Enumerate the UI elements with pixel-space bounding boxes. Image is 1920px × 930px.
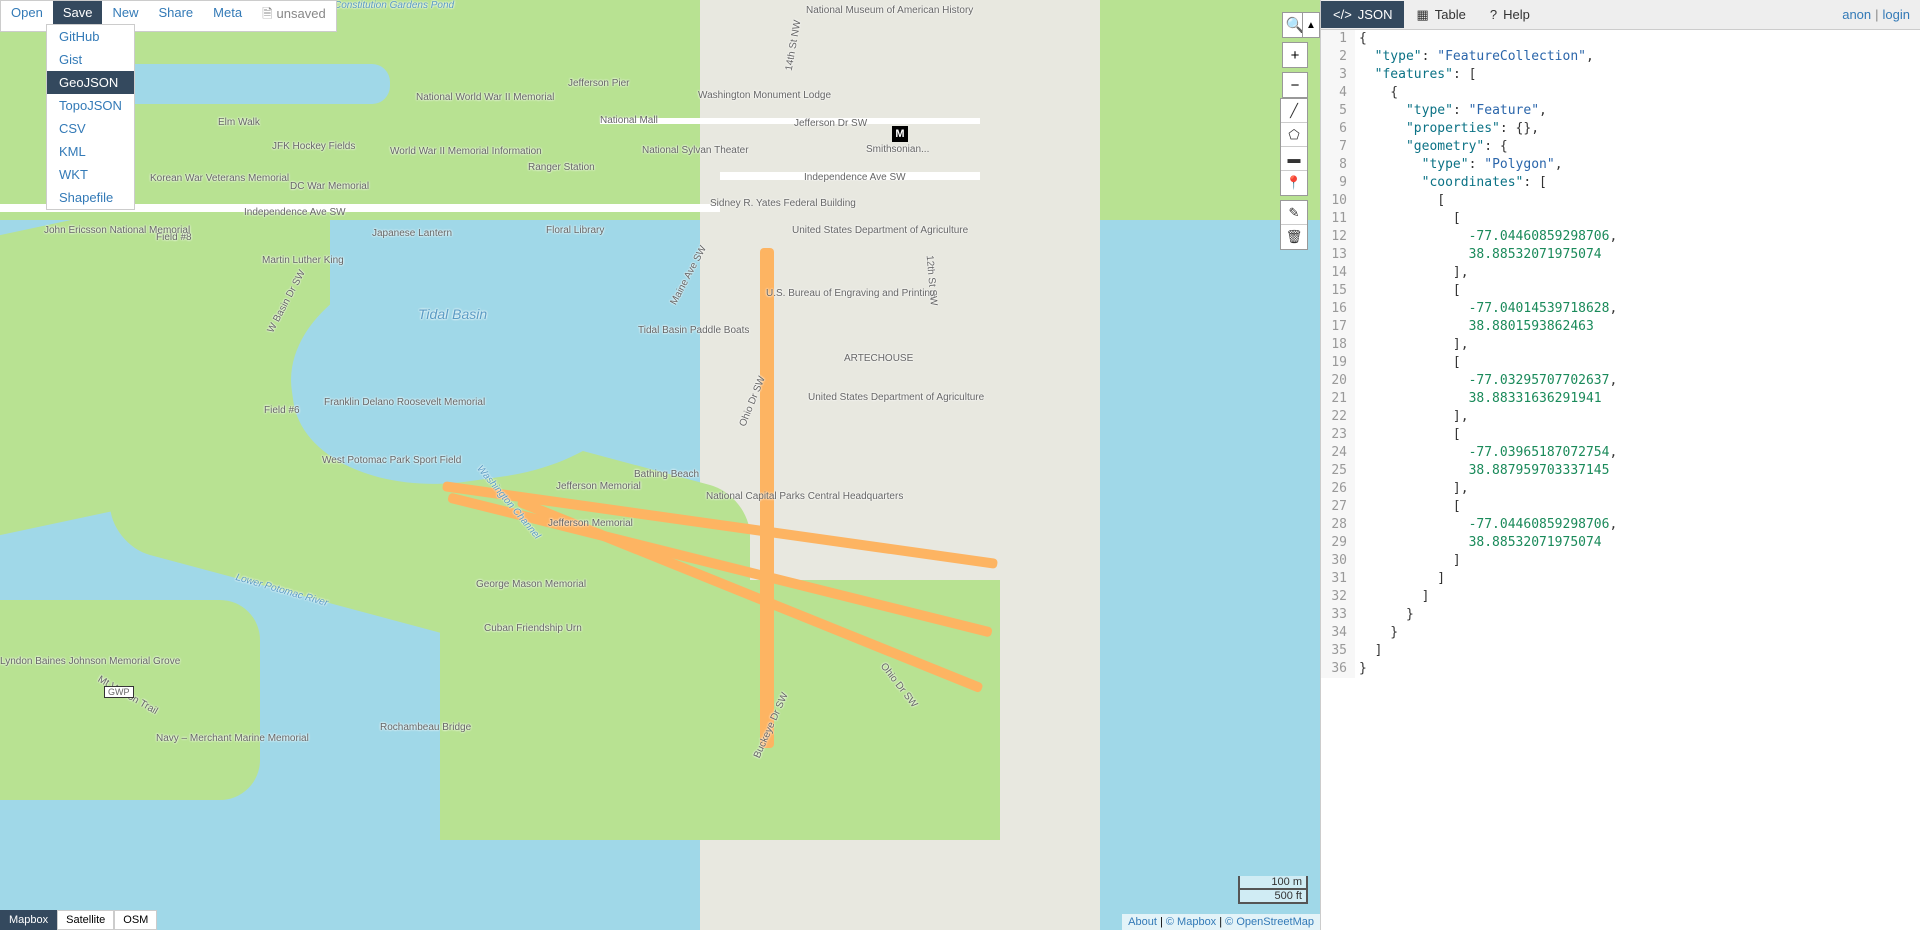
draw-marker-button[interactable]: 📍 [1281,171,1307,195]
map-label: Martin Luther King [262,255,344,266]
save-geojson[interactable]: GeoJSON [47,71,134,94]
draw-polygon-button[interactable]: ⬠ [1281,123,1307,147]
map-label: National World War II Memorial [416,92,554,103]
map-label: Franklin Delano Roosevelt Memorial [324,397,485,408]
scale-metric: 100 m [1238,876,1308,890]
map-label: National Mall [600,115,658,126]
zoom-in-button[interactable]: + [1282,42,1308,68]
layer-satellite[interactable]: Satellite [57,910,114,930]
map-label: Smithsonian... [866,144,929,155]
tab-json[interactable]: </>JSON [1321,1,1404,28]
scale-imperial: 500 ft [1238,890,1308,904]
map-label: Rochambeau Bridge [380,722,471,733]
map-pane[interactable]: National Museum of American History Cons… [0,0,1320,930]
map-label: Japanese Lantern [372,228,452,239]
map-label: Floral Library [546,225,604,236]
save-wkt[interactable]: WKT [47,163,134,186]
save-gist[interactable]: Gist [47,48,134,71]
tab-help[interactable]: ?Help [1478,1,1542,28]
map-label: Constitution Gardens Pond [334,0,454,11]
map-label: Washington Monument Lodge [698,90,831,101]
layer-osm[interactable]: OSM [114,910,157,930]
map-label: Tidal Basin [418,306,487,322]
map-label: Bathing Beach [634,469,699,480]
save-kml[interactable]: KML [47,140,134,163]
map-label: U.S. Bureau of Engraving and Printing [766,288,936,299]
edit-button[interactable]: ✎ [1281,201,1307,225]
mapbox-link[interactable]: © Mapbox [1166,916,1216,928]
trash-icon: 🗑 [1286,229,1303,245]
code-icon: </> [1333,7,1352,22]
auth-links: anon|login [1832,1,1920,28]
rectangle-icon: ▬ [1288,151,1301,166]
map-label: National Museum of American History [806,5,973,16]
login-link[interactable]: login [1883,7,1910,22]
map-label: Sidney R. Yates Federal Building [710,198,856,209]
map-label: Tidal Basin Paddle Boats [638,325,749,336]
code-pane: </>JSON ▦Table ?Help anon|login 1{2 "typ… [1320,0,1920,930]
map-label: Ranger Station [528,162,595,173]
map-label: West Potomac Park Sport Field [322,455,461,466]
map-attribution: About | © Mapbox | © OpenStreetMap [1122,914,1320,930]
polyline-icon: ╱ [1290,103,1298,119]
osm-link[interactable]: © OpenStreetMap [1225,916,1314,928]
map-label: Jefferson Memorial [556,481,641,492]
map-label: United States Department of Agriculture [792,225,968,236]
map-label: Independence Ave SW [244,207,346,218]
zoom-out-button[interactable]: − [1282,72,1308,98]
anon-link[interactable]: anon [1842,7,1871,22]
map-label: DC War Memorial [290,181,369,192]
json-editor[interactable]: 1{2 "type": "FeatureCollection",3 "featu… [1321,30,1920,930]
save-status: 🗎unsaved [252,1,336,31]
document-icon: 🗎 [262,6,272,21]
layer-mapbox[interactable]: Mapbox [0,910,57,930]
table-icon: ▦ [1416,7,1428,23]
map-label: National Sylvan Theater [642,145,749,156]
save-dropdown: GitHub Gist GeoJSON TopoJSON CSV KML WKT… [46,24,135,210]
panel-tabs: </>JSON ▦Table ?Help anon|login [1321,0,1920,30]
collapse-panel-button[interactable]: ▲ [1302,12,1320,38]
help-icon: ? [1490,7,1497,22]
edit-controls: ✎ 🗑 [1280,200,1308,250]
save-csv[interactable]: CSV [47,117,134,140]
marker-icon: 📍 [1286,175,1302,191]
tab-table[interactable]: ▦Table [1404,1,1477,29]
map-label: United States Department of Agriculture [808,392,984,403]
map-label: Cuban Friendship Urn [484,623,582,634]
edit-icon: ✎ [1289,205,1300,221]
save-github[interactable]: GitHub [47,25,134,48]
metro-icon: M [892,126,908,142]
map-label: Lyndon Baines Johnson Memorial Grove [0,656,180,667]
map-label: Korean War Veterans Memorial [150,173,289,184]
map-label: Jefferson Memorial [548,518,633,529]
map-label: John Ericsson National Memorial [44,225,190,236]
menu-meta[interactable]: Meta [203,1,252,31]
scale-control: 100 m 500 ft [1238,876,1308,904]
basemap-switch: Mapbox Satellite OSM [0,910,157,930]
save-topojson[interactable]: TopoJSON [47,94,134,117]
map-label: GWP [104,686,134,698]
map-label: George Mason Memorial [476,579,586,590]
map-label: World War II Memorial Information [390,146,542,157]
draw-polyline-button[interactable]: ╱ [1281,99,1307,123]
map-label: Jefferson Dr SW [794,118,867,129]
map-label: National Capital Parks Central Headquart… [706,491,903,502]
polygon-icon: ⬠ [1288,127,1299,143]
map-label: Independence Ave SW [804,172,906,183]
save-shapefile[interactable]: Shapefile [47,186,134,209]
map-label: Field #6 [264,405,300,416]
about-link[interactable]: About [1128,916,1157,928]
draw-rectangle-button[interactable]: ▬ [1281,147,1307,171]
caret-up-icon: ▲ [1306,20,1316,31]
draw-controls: ╱ ⬠ ▬ 📍 [1280,98,1308,196]
map-label: Navy – Merchant Marine Memorial [156,733,309,744]
map-label: Jefferson Pier [568,78,630,89]
map-label: ARTECHOUSE [844,353,913,364]
menu-share[interactable]: Share [148,1,203,31]
delete-button[interactable]: 🗑 [1281,225,1307,249]
